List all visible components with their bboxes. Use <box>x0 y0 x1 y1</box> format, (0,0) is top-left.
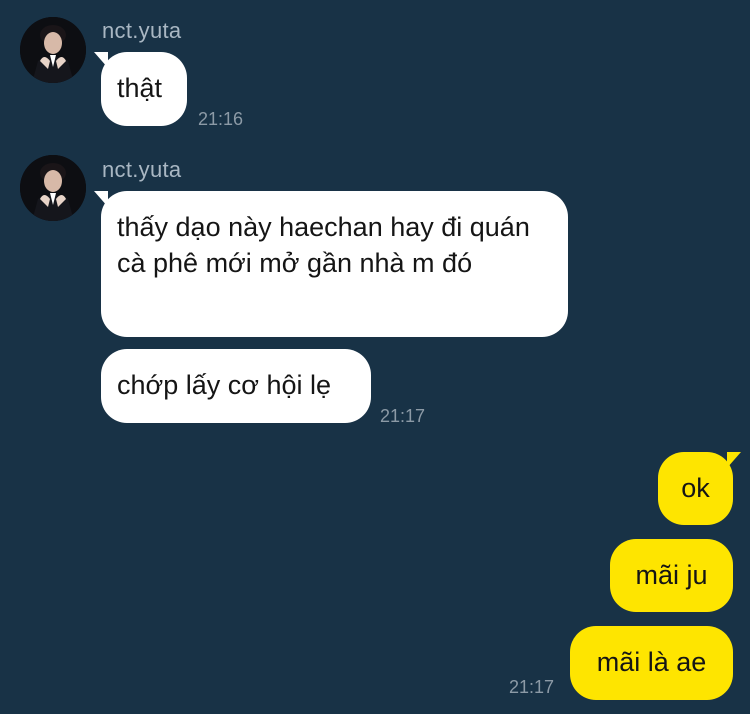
message-timestamp: 21:17 <box>380 406 426 426</box>
message-bubble[interactable]: chớp lấy cơ hội lẹ <box>101 349 371 423</box>
message-bubble[interactable]: mãi ju <box>610 539 733 612</box>
message-bubble[interactable]: ok <box>658 452 733 525</box>
message-timestamp: 21:17 <box>509 677 555 697</box>
profile-photo-icon <box>20 17 86 83</box>
message-text: ok <box>681 473 710 503</box>
message-timestamp: 21:16 <box>198 109 244 129</box>
message-bubble[interactable]: thấy dạo này haechan hay đi quán cà phê … <box>101 191 568 337</box>
avatar[interactable] <box>20 155 86 221</box>
message-text: thật <box>117 73 163 103</box>
avatar[interactable] <box>20 17 86 83</box>
message-text: mãi là ae <box>596 647 707 677</box>
profile-photo-icon <box>20 155 86 221</box>
sender-name: nct.yuta <box>102 18 182 43</box>
sender-name: nct.yuta <box>102 157 182 182</box>
message-bubble[interactable]: thật <box>101 52 187 126</box>
message-text: chớp lấy cơ hội lẹ <box>117 370 332 400</box>
message-text: mãi ju <box>635 560 708 590</box>
message-bubble[interactable]: mãi là ae <box>570 626 733 700</box>
message-text: thấy dạo này haechan hay đi quán cà phê … <box>117 212 530 278</box>
